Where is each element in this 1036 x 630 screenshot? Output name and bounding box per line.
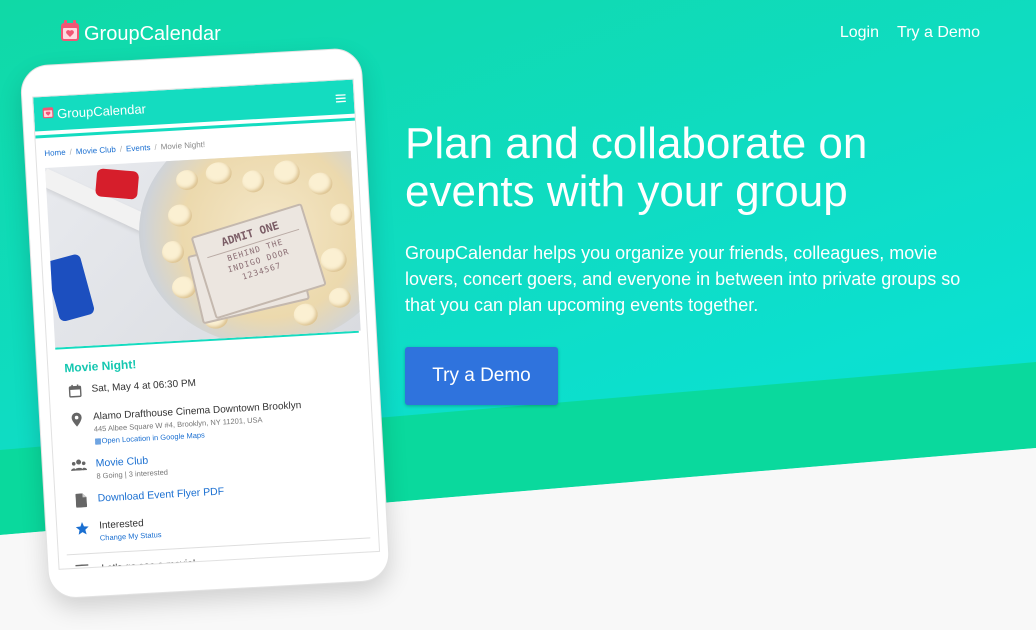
star-icon [73,521,92,540]
login-link[interactable]: Login [840,24,879,42]
event-description: Let's go see a movie! [101,558,196,570]
try-demo-link[interactable]: Try a Demo [897,24,980,42]
group-stats: 8 Going | 3 interested [96,467,169,481]
breadcrumb-home[interactable]: Home [44,148,66,158]
download-flyer-link[interactable]: Download Event Flyer PDF [97,485,224,504]
breadcrumb-current: Movie Night! [160,140,206,152]
file-pdf-icon [71,493,90,512]
3d-glasses-red-lens [95,168,140,200]
hero-subtext: GroupCalendar helps you organize your fr… [405,243,961,315]
menu-icon[interactable] [335,90,346,106]
group-icon [69,458,88,477]
event-poster-image: ADMIT ONE BEHIND THE INDIGO DOOR 1234567 [45,150,361,348]
event-location-row: Alamo Drafthouse Cinema Downtown Brookly… [51,396,373,450]
calendar-heart-icon [42,105,55,122]
event-datetime: Sat, May 4 at 06:30 PM [91,377,197,395]
app-title: GroupCalendar [56,100,147,121]
notes-icon [75,564,94,570]
calendar-heart-icon [60,20,80,48]
hero-headline: Plan and collaborate on events with your… [405,119,868,216]
breadcrumb-movie-club[interactable]: Movie Club [76,145,116,156]
phone-screen: GroupCalendar Home / Movie Club / Events / Mov… [32,78,381,570]
nav-links: Login Try a Demo [840,24,980,42]
phone-mockup: GroupCalendar Home / Movie Club / Events / Mov… [15,32,406,611]
calendar-icon [65,384,84,403]
3d-glasses-blue-lens [45,253,96,323]
breadcrumb-events[interactable]: Events [126,143,151,153]
phone-frame: GroupCalendar Home / Movie Club / Events / Mov… [19,47,391,600]
change-status-link[interactable]: Change My Status [100,529,162,544]
try-demo-button[interactable]: Try a Demo [405,347,558,405]
location-pin-icon [67,412,86,431]
event-group-row: Movie Club 8 Going | 3 interested [53,442,374,485]
